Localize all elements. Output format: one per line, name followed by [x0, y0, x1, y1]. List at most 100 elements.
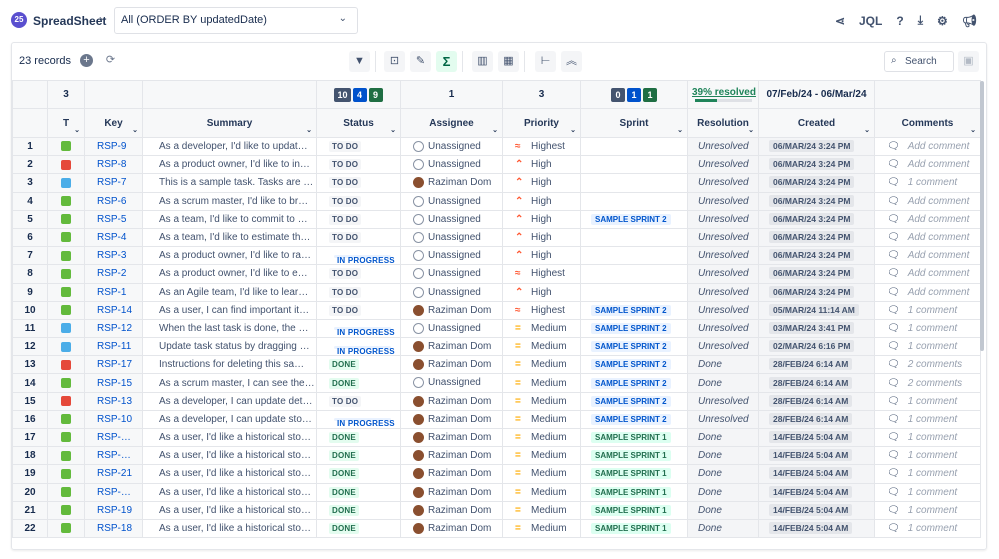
priority-cell[interactable]: ⌃ High — [502, 246, 581, 266]
comment-link[interactable]: Add comment — [908, 268, 970, 279]
column-header-status[interactable]: Status ⌄ — [316, 108, 401, 138]
issue-key-link[interactable]: RSP-9 — [84, 136, 143, 157]
resolution-cell[interactable]: Done — [687, 482, 759, 502]
priority-cell[interactable]: = Medium — [502, 318, 581, 339]
comment-icon[interactable]: 🗨︎ — [887, 196, 900, 207]
status-cell[interactable]: DONE — [316, 373, 401, 393]
chevron-down-icon[interactable]: ⌄ — [132, 126, 138, 134]
resolution-cell[interactable]: Unresolved — [687, 227, 759, 248]
issue-key-link[interactable]: RSP-21 — [84, 464, 143, 484]
assignee-cell[interactable]: Unassigned — [400, 191, 503, 211]
chevron-down-icon[interactable]: ⌄ — [570, 126, 576, 134]
comment-link[interactable]: 2 comments — [908, 378, 962, 389]
comment-icon[interactable]: 🗨︎ — [887, 250, 900, 261]
assignee-cell[interactable]: Raziman Dom — [400, 337, 503, 357]
chevron-down-icon[interactable]: ⌄ — [306, 126, 312, 134]
resolution-cell[interactable]: Done — [687, 500, 759, 520]
assignee-cell[interactable]: Unassigned — [400, 246, 503, 266]
resolution-cell[interactable]: Unresolved — [687, 136, 759, 157]
priority-cell[interactable]: ⌃ High — [502, 227, 581, 248]
comments-cell[interactable]: 🗨︎ 1 comment — [874, 446, 981, 466]
fit-columns-icon[interactable]: ⊡ — [384, 51, 405, 72]
comments-cell[interactable]: 🗨︎ 1 comment — [874, 500, 981, 520]
resolution-cell[interactable]: Done — [687, 427, 759, 448]
chevron-down-icon[interactable]: ⌄ — [677, 126, 683, 134]
priority-cell[interactable]: = Medium — [502, 427, 581, 448]
issue-key-link[interactable]: RSP-18 — [84, 518, 143, 539]
issue-key-link[interactable]: RSP-10 — [84, 409, 143, 430]
resolution-cell[interactable]: Unresolved — [687, 191, 759, 211]
column-header-priority[interactable]: Priority ⌄ — [502, 108, 581, 138]
comments-cell[interactable]: 🗨︎ 1 comment — [874, 173, 981, 193]
sprint-cell[interactable]: SAMPLE SPRINT 1 — [580, 518, 688, 539]
resolution-cell[interactable]: Unresolved — [687, 264, 759, 284]
status-cell[interactable]: DONE — [316, 518, 401, 539]
summary-cell[interactable]: As a team, I'd like to commit to … — [142, 209, 317, 229]
assignee-cell[interactable]: Raziman Dom — [400, 409, 503, 430]
column-header-sprint[interactable]: Sprint ⌄ — [580, 108, 688, 138]
priority-cell[interactable]: ≈ Highest — [502, 300, 581, 320]
sprint-cell[interactable]: SAMPLE SPRINT 2 — [580, 355, 688, 375]
comment-link[interactable]: 1 comment — [908, 323, 957, 334]
priority-cell[interactable]: ⌃ High — [502, 209, 581, 229]
assignee-cell[interactable]: Unassigned — [400, 155, 503, 175]
comment-icon[interactable]: 🗨︎ — [887, 378, 900, 389]
issue-key-link[interactable]: RSP-1 — [84, 282, 143, 302]
sprint-cell[interactable]: SAMPLE SPRINT 2 — [580, 409, 688, 430]
resolution-cell[interactable]: Done — [687, 446, 759, 466]
status-cell[interactable]: IN PROGRESS — [316, 337, 401, 357]
status-cell[interactable]: DONE — [316, 427, 401, 448]
column-header-comments[interactable]: Comments ⌄ — [874, 108, 981, 138]
summary-cell[interactable]: Update task status by dragging … — [142, 337, 317, 357]
status-cell[interactable]: TO DO — [316, 300, 401, 320]
assignee-cell[interactable]: Unassigned — [400, 373, 503, 393]
issue-key-link[interactable]: RSP-19 — [84, 500, 143, 520]
issue-key-link[interactable]: RSP-8 — [84, 155, 143, 175]
status-cell[interactable]: TO DO — [316, 264, 401, 284]
summary-cell[interactable]: As a product owner, I'd like to in… — [142, 155, 317, 175]
comment-icon[interactable]: 🗨︎ — [887, 323, 900, 334]
resolution-cell[interactable]: Unresolved — [687, 318, 759, 339]
comment-icon[interactable]: 🗨︎ — [887, 214, 900, 225]
comments-cell[interactable]: 🗨︎ 1 comment — [874, 464, 981, 484]
resolution-cell[interactable]: Unresolved — [687, 409, 759, 430]
comment-icon[interactable]: 🗨︎ — [887, 141, 900, 152]
comment-link[interactable]: 1 comment — [908, 341, 957, 352]
priority-cell[interactable]: = Medium — [502, 482, 581, 502]
priority-cell[interactable]: = Medium — [502, 464, 581, 484]
status-cell[interactable]: TO DO — [316, 191, 401, 211]
gear-icon[interactable]: ⚙ — [937, 14, 948, 28]
comments-cell[interactable]: 🗨︎ Add comment — [874, 136, 981, 157]
column-header-t[interactable]: T ⌄ — [47, 108, 85, 138]
comment-link[interactable]: Add comment — [908, 232, 970, 243]
count-badge[interactable]: 4 — [352, 87, 367, 102]
issue-key-link[interactable]: RSP-13 — [84, 391, 143, 411]
resolution-cell[interactable]: Unresolved — [687, 246, 759, 266]
sprint-cell[interactable]: SAMPLE SPRINT 1 — [580, 446, 688, 466]
issue-key-link[interactable]: RSP-… — [84, 482, 143, 502]
collapse-icon[interactable]: ︽ — [561, 51, 582, 72]
comment-icon[interactable]: 🗨︎ — [887, 450, 900, 461]
status-cell[interactable]: TO DO — [316, 173, 401, 193]
pin-icon[interactable]: ✎ — [410, 51, 431, 72]
assignee-cell[interactable]: Unassigned — [400, 264, 503, 284]
issue-key-link[interactable]: RSP-14 — [84, 300, 143, 320]
column-header-summary[interactable]: Summary ⌄ — [142, 108, 317, 138]
status-cell[interactable]: TO DO — [316, 282, 401, 302]
comments-cell[interactable]: 🗨︎ 1 comment — [874, 427, 981, 448]
sprint-cell[interactable]: SAMPLE SPRINT 2 — [580, 318, 688, 339]
comment-icon[interactable]: 🗨︎ — [887, 232, 900, 243]
resolution-cell[interactable]: Unresolved — [687, 300, 759, 320]
priority-cell[interactable]: ≈ Highest — [502, 264, 581, 284]
issue-key-link[interactable]: RSP-11 — [84, 337, 143, 357]
priority-cell[interactable]: ⌃ High — [502, 191, 581, 211]
summary-cell[interactable]: As a product owner, I'd like to e… — [142, 264, 317, 284]
comment-icon[interactable]: 🗨︎ — [887, 287, 900, 298]
comment-icon[interactable]: 🗨︎ — [887, 177, 900, 188]
summary-cell[interactable]: This is a sample task. Tasks are … — [142, 173, 317, 193]
assignee-cell[interactable]: Unassigned — [400, 282, 503, 302]
issue-key-link[interactable]: RSP-… — [84, 446, 143, 466]
resolution-cell[interactable]: Unresolved — [687, 209, 759, 229]
comments-cell[interactable]: 🗨︎ 1 comment — [874, 391, 981, 411]
summary-cell[interactable]: As a team, I'd like to estimate th… — [142, 227, 317, 248]
